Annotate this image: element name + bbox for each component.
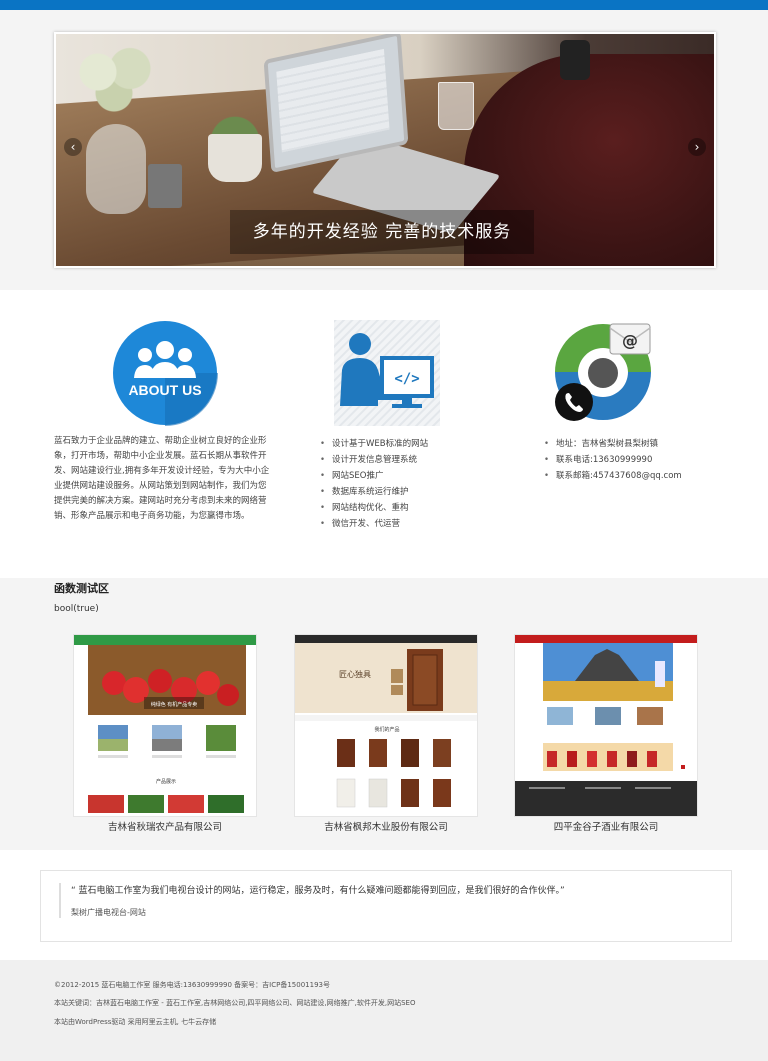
features-section: ABOUT US 蓝石致力于企业品牌的建立、帮助企业树立良好的企业形象，打开市场… [0, 290, 768, 578]
contact-phone: 联系电话:13630999990 [542, 452, 762, 468]
service-item: 数据库系统运行维护 [318, 484, 538, 500]
case-banner-text: 纯绿色 有机产品专卖 [151, 701, 198, 708]
service-item: 网站结构优化、重构 [318, 500, 538, 516]
hero-caption: 多年的开发经验 完善的技术服务 [252, 222, 512, 242]
case-thumbnail[interactable]: 纯绿色 有机产品专卖 产品展示 [73, 634, 257, 817]
case-heading-text: 我们的产品 [374, 726, 399, 733]
cases-subtitle: bool(true) [54, 604, 99, 614]
hero-slider[interactable]: 多年的开发经验 完善的技术服务 ‹ › [54, 32, 716, 268]
service-item: 设计基于WEB标准的网站 [318, 436, 538, 452]
about-us-icon: ABOUT US [112, 320, 218, 426]
contact-list: 地址：吉林省梨树县梨树镇 联系电话:13630999990 联系邮箱:45743… [542, 436, 762, 484]
contact-column: @ 地址：吉林省梨树县梨树镇 联系电话:13630999990 联系邮箱:457… [542, 320, 762, 484]
case-screenshot-liquor [515, 635, 697, 816]
contact-address: 地址：吉林省梨树县梨树镇 [542, 436, 762, 452]
footer-keywords: 本站关键词：吉林蓝石电脑工作室 - 蓝石工作室,吉林网络公司,四平网络公司、网站… [54, 999, 416, 1007]
service-item: 微信开发、代运营 [318, 516, 538, 532]
hero-section: 多年的开发经验 完善的技术服务 ‹ › [0, 10, 768, 290]
testimonial-text: “ 蓝石电脑工作室为我们电视台设计的网站，运行稳定，服务及时，有什么疑难问题都能… [71, 886, 565, 896]
testimonial-card: “ 蓝石电脑工作室为我们电视台设计的网站，运行稳定，服务及时，有什么疑难问题都能… [40, 870, 732, 942]
case-screenshot-farm: 纯绿色 有机产品专卖 产品展示 [74, 635, 256, 813]
case-thumbnail[interactable] [514, 634, 698, 817]
hero-image-pen-cup [148, 164, 182, 208]
about-us-icon-label: ABOUT US [128, 382, 201, 398]
slider-next-button[interactable]: › [688, 138, 706, 156]
cases-title: 函数测试区 [54, 582, 109, 595]
svg-text:</>: </> [394, 371, 419, 387]
at-sign-icon: @ [622, 331, 638, 350]
case-label[interactable]: 吉林省枫邦木业股份有限公司 [294, 821, 478, 835]
contact-email: 联系邮箱:457437608@qq.com [542, 468, 762, 484]
case-label[interactable]: 四平金谷子酒业有限公司 [514, 821, 698, 835]
case-heading-text: 产品展示 [156, 778, 176, 785]
cases-section: 函数测试区 bool(true) 纯绿色 有机产品专卖 产品展示 吉林省秋瑞农产… [0, 578, 768, 850]
top-accent-bar [0, 0, 768, 10]
testimonial-author: 梨树广播电视台-网站 [71, 908, 146, 917]
services-column: </> 设计基于WEB标准的网站 设计开发信息管理系统 网站SEO推广 数据库系… [318, 320, 538, 532]
hero-image-flowers [74, 44, 154, 114]
hero-image-vase [86, 124, 146, 214]
case-banner-text: 匠心独具 [339, 669, 371, 679]
case-screenshot-wood: 匠心独具 我们的产品 [295, 635, 477, 808]
testimonial-section: “ 蓝石电脑工作室为我们电视台设计的网站，运行稳定，服务及时，有什么疑难问题都能… [0, 850, 768, 960]
about-text: 蓝石致力于企业品牌的建立、帮助企业树立良好的企业形象，打开市场，帮助中小企业发展… [54, 436, 270, 521]
hero-image-speaker [560, 40, 590, 80]
footer: ©2012-2015 蓝石电脑工作室 服务电话:13630999990 备案号：… [0, 960, 768, 1061]
hero-image-glass [438, 82, 474, 130]
service-item: 设计开发信息管理系统 [318, 452, 538, 468]
services-list: 设计基于WEB标准的网站 设计开发信息管理系统 网站SEO推广 数据库系统运行维… [318, 436, 538, 532]
footer-powered-by: 本站由WordPress驱动 采用阿里云主机, 七牛云存储 [54, 1018, 217, 1026]
case-card[interactable]: 纯绿色 有机产品专卖 产品展示 吉林省秋瑞农产品有限公司 [73, 634, 257, 835]
case-card[interactable]: 四平金谷子酒业有限公司 [514, 634, 698, 835]
hero-image-pot [208, 134, 262, 182]
contact-illustration-icon: @ [555, 323, 651, 421]
case-card[interactable]: 匠心独具 我们的产品 吉林省枫邦木业股份有限公司 [294, 634, 478, 835]
footer-copyright: ©2012-2015 蓝石电脑工作室 服务电话:13630999990 备案号：… [54, 981, 330, 989]
case-label[interactable]: 吉林省秋瑞农产品有限公司 [73, 821, 257, 835]
about-us-badge-icon: ABOUT US [113, 321, 218, 426]
slider-prev-button[interactable]: ‹ [64, 138, 82, 156]
testimonial-quote: “ 蓝石电脑工作室为我们电视台设计的网站，运行稳定，服务及时，有什么疑难问题都能… [59, 883, 709, 918]
developer-illustration-icon: </> [334, 320, 440, 426]
case-thumbnail[interactable]: 匠心独具 我们的产品 [294, 634, 478, 817]
about-column: ABOUT US 蓝石致力于企业品牌的建立、帮助企业树立良好的企业形象，打开市场… [54, 320, 274, 524]
contact-icon: @ [550, 320, 656, 426]
service-item: 网站SEO推广 [318, 468, 538, 484]
web-developer-icon: </> [334, 320, 440, 426]
